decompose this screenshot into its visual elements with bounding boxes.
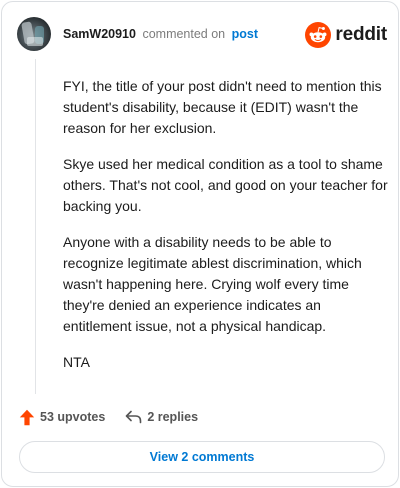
reply-arrow-icon xyxy=(126,410,142,424)
thread-line[interactable] xyxy=(35,59,36,394)
reddit-snoo-icon xyxy=(305,22,332,48)
comment-meta: SamW20910 commented on post xyxy=(63,27,258,41)
comment-header: SamW20910 commented on post reddit xyxy=(17,17,387,53)
upvote-count: 53 upvotes xyxy=(40,410,106,424)
comment-paragraph: FYI, the title of your post didn't need … xyxy=(63,78,382,136)
comment-actions: 53 upvotes 2 replies xyxy=(19,406,198,428)
comment-paragraph: NTA xyxy=(63,354,90,370)
commented-on-text: commented on xyxy=(142,27,226,41)
comment-paragraph: Skye used her medical condition as a too… xyxy=(63,156,388,214)
username-link[interactable]: SamW20910 xyxy=(63,27,136,41)
comment-paragraph: Anyone with a disability needs to be abl… xyxy=(63,234,362,334)
view-comments-button[interactable]: View 2 comments xyxy=(19,441,385,473)
user-avatar[interactable] xyxy=(17,17,51,51)
reddit-logo[interactable]: reddit xyxy=(305,21,387,49)
post-link[interactable]: post xyxy=(232,27,258,41)
comment-card: SamW20910 commented on post reddit FYI, … xyxy=(1,1,399,487)
replies-button[interactable]: 2 replies xyxy=(125,410,198,424)
reddit-wordmark: reddit xyxy=(335,24,387,45)
reply-count: 2 replies xyxy=(147,410,199,424)
comment-body: FYI, the title of your post didn't need … xyxy=(63,76,393,388)
upvote-button[interactable]: 53 upvotes xyxy=(19,409,105,426)
upvote-arrow-icon xyxy=(19,409,35,425)
